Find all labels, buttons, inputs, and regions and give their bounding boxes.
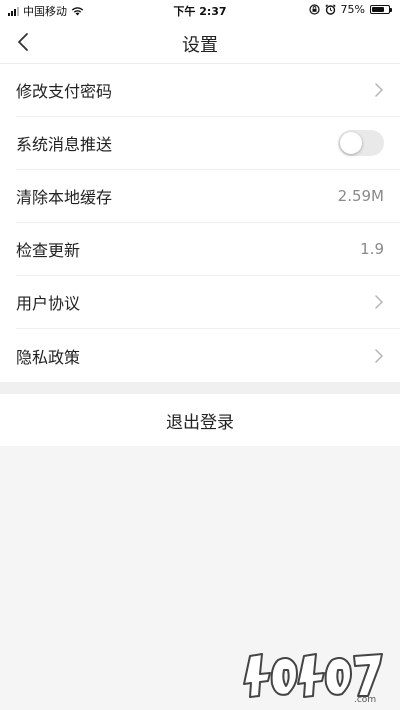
cache-size-value: 2.59M (337, 187, 384, 205)
status-bar: 中国移动 下午 2:37 75% (0, 0, 400, 20)
row-right: 1.9 (360, 223, 384, 275)
push-notifications-toggle[interactable] (338, 130, 384, 156)
push-notifications-item: 系统消息推送 (16, 117, 400, 170)
row-right (374, 64, 384, 116)
row-label: 用户协议 (16, 294, 81, 313)
page-title: 设置 (182, 35, 218, 56)
battery-icon (370, 5, 392, 14)
change-payment-password-item[interactable]: 修改支付密码 (16, 64, 400, 117)
version-value: 1.9 (360, 240, 384, 258)
logout-button[interactable]: 退出登录 (0, 394, 400, 446)
row-right (338, 117, 384, 169)
row-label: 系统消息推送 (16, 135, 113, 154)
row-right (374, 276, 384, 328)
section-gap (0, 382, 400, 394)
clear-cache-item[interactable]: 清除本地缓存 2.59M (16, 170, 400, 223)
row-label: 检查更新 (16, 241, 81, 260)
svg-text:.com: .com (354, 695, 376, 704)
settings-screen: 中国移动 下午 2:37 75% 设置 修改支付密码 系统消息推送 清除本地缓存… (0, 0, 400, 710)
row-label: 隐私政策 (16, 347, 81, 367)
orientation-lock-icon (308, 4, 320, 15)
check-update-item[interactable]: 检查更新 1.9 (16, 223, 400, 276)
alarm-icon (324, 4, 336, 15)
row-right: 2.59M (338, 170, 384, 222)
user-agreement-item[interactable]: 用户协议 (16, 276, 400, 329)
status-right: 75% (308, 3, 392, 16)
nav-bar: 设置 (0, 20, 400, 64)
row-right (374, 329, 384, 382)
row-label: 修改支付密码 (16, 82, 113, 101)
settings-list: 修改支付密码 系统消息推送 清除本地缓存 2.59M 检查更新 1.9 用户协议… (0, 64, 400, 382)
chevron-right-icon (375, 295, 383, 309)
battery-percent: 75% (340, 3, 365, 16)
battery-fill (372, 7, 384, 12)
row-label: 清除本地缓存 (16, 188, 113, 207)
privacy-policy-item[interactable]: 隐私政策 (16, 329, 400, 382)
chevron-right-icon (375, 348, 383, 363)
toggle-knob (340, 132, 362, 154)
chevron-right-icon (375, 83, 383, 97)
watermark-logo: .com (243, 653, 383, 704)
